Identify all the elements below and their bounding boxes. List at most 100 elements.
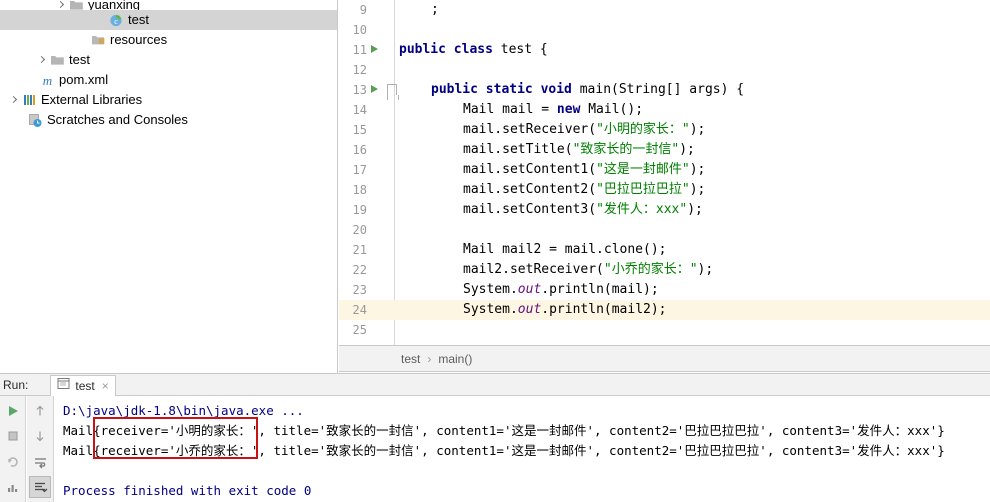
code-line[interactable]: 22 mail2.setReceiver("小乔的家长："); xyxy=(339,260,990,280)
project-tool-window[interactable]: yuanxing c test resources test m pom.xml Extern… xyxy=(0,0,338,373)
code-token-pln: ); xyxy=(689,182,706,197)
run-panel-label: Run: xyxy=(3,377,29,392)
code-token-pln: ); xyxy=(679,142,695,157)
code-line[interactable]: 14 Mail mail = new Mail(); xyxy=(339,100,990,120)
code-line[interactable]: 23 System.out.println(mail); xyxy=(339,280,990,300)
chevron-right-icon[interactable] xyxy=(8,95,19,106)
console-output-line: Mail{receiver='小乔的家长：', title='致家长的一封信',… xyxy=(63,443,945,458)
code-token-str: "巴拉巴拉巴拉" xyxy=(596,182,690,197)
code-token-pln: Mail(); xyxy=(588,102,644,117)
code-token-fld: out xyxy=(517,282,542,297)
code-text: mail.setContent2("巴拉巴拉巴拉"); xyxy=(463,180,705,200)
tree-item-test[interactable]: c test xyxy=(0,10,337,30)
run-tool-window[interactable]: Run: test × D:\java\jdk-1.8\bin\java.exe… xyxy=(0,373,990,502)
code-line[interactable]: 16 mail.setTitle("致家长的一封信"); xyxy=(339,140,990,160)
tree-item-pom-xml[interactable]: m pom.xml xyxy=(0,70,337,90)
code-line[interactable]: 15 mail.setReceiver("小明的家长："); xyxy=(339,120,990,140)
line-number: 10 xyxy=(352,23,367,37)
tree-item-test[interactable]: test xyxy=(0,50,337,70)
stop-icon[interactable] xyxy=(2,426,24,448)
maven-icon: m xyxy=(39,72,55,88)
close-icon[interactable]: × xyxy=(102,379,109,393)
code-line[interactable]: 17 mail.setContent1("这是一封邮件"); xyxy=(339,160,990,180)
tree-item-scratches-and-consoles[interactable]: Scratches and Consoles xyxy=(0,110,337,130)
console-tab-icon xyxy=(57,377,70,395)
code-text: System.out.println(mail2); xyxy=(463,300,667,320)
breadcrumb-method[interactable]: main() xyxy=(438,352,472,366)
code-token-pln: Mail mail2 = mail.clone(); xyxy=(463,242,667,257)
code-token-pln: ); xyxy=(687,202,703,217)
code-text: public static void main(String[] args) { xyxy=(431,80,744,100)
code-token-pln: mail.setContent1( xyxy=(463,162,597,177)
line-number: 9 xyxy=(359,3,367,17)
code-token-pln: main(String[] args) { xyxy=(579,82,745,97)
code-text: mail2.setReceiver("小乔的家长："); xyxy=(463,260,713,280)
line-number: 22 xyxy=(352,263,367,277)
tree-item-resources[interactable]: resources xyxy=(0,30,337,50)
line-number: 19 xyxy=(352,203,367,217)
chevron-right-icon[interactable] xyxy=(55,0,66,10)
code-token-str: "小乔的家长：" xyxy=(603,262,698,277)
code-token-pln: Mail mail = xyxy=(463,102,557,117)
code-lines-container[interactable]: 9; 10 11 public class test {12 13 public stat… xyxy=(339,0,990,340)
package-icon xyxy=(68,0,84,10)
code-token-pln: .println(mail2); xyxy=(541,302,667,317)
console-output[interactable]: D:\java\jdk-1.8\bin\java.exe ... Mail{re… xyxy=(55,396,990,502)
line-number: 17 xyxy=(352,163,367,177)
code-line[interactable]: 10 xyxy=(339,20,990,40)
line-number: 24 xyxy=(352,303,367,317)
code-token-fld: out xyxy=(517,302,542,317)
console-output-line: Mail{receiver='小明的家长：', title='致家长的一封信',… xyxy=(63,423,945,438)
run-tab-test[interactable]: test × xyxy=(50,374,116,397)
breadcrumb-class[interactable]: test xyxy=(401,352,420,366)
breadcrumb-separator-icon: › xyxy=(427,351,432,366)
breadcrumb[interactable]: test › main() xyxy=(339,345,990,372)
scratches-icon xyxy=(27,112,43,128)
code-line[interactable]: 19 mail.setContent3("发件人：xxx"); xyxy=(339,200,990,220)
tree-item-label: resources xyxy=(110,32,168,47)
run-gutter-icon[interactable] xyxy=(371,85,378,93)
chevron-right-icon[interactable] xyxy=(36,55,47,66)
run-toolbar-left[interactable] xyxy=(0,396,26,502)
code-line[interactable]: 11 public class test { xyxy=(339,40,990,60)
coverage-icon[interactable] xyxy=(2,477,24,499)
code-line[interactable]: 20 xyxy=(339,220,990,240)
code-token-pln: mail2.setReceiver( xyxy=(463,262,604,277)
tree-item-label: yuanxing xyxy=(88,0,141,10)
tree-item-external-libraries[interactable]: External Libraries xyxy=(0,90,337,110)
code-line[interactable]: 9; xyxy=(339,0,990,20)
tree-item-yuanxing[interactable]: yuanxing xyxy=(0,0,337,10)
code-line[interactable]: 21 Mail mail2 = mail.clone(); xyxy=(339,240,990,260)
code-token-pln: System. xyxy=(463,302,518,317)
code-token-pln: ; xyxy=(431,2,439,17)
code-token-pln: mail.setTitle( xyxy=(463,142,573,157)
run-icon[interactable] xyxy=(2,400,24,422)
scroll-up-icon[interactable] xyxy=(29,400,51,421)
run-tab-label: test xyxy=(75,379,95,393)
soft-wrap-icon[interactable] xyxy=(29,451,51,472)
code-editor[interactable]: 9; 10 11 public class test {12 13 public stat… xyxy=(339,0,990,345)
code-line[interactable]: 13 public static void main(String[] args)… xyxy=(339,80,990,100)
code-line[interactable]: 25 xyxy=(339,320,990,340)
scroll-down-icon[interactable] xyxy=(29,425,51,446)
run-toolbar-right[interactable] xyxy=(27,396,54,502)
tree-arrow-spacer xyxy=(14,115,25,126)
line-number: 16 xyxy=(352,143,367,157)
tree-item-label: test xyxy=(128,12,149,27)
code-line[interactable]: 24 System.out.println(mail2); xyxy=(339,300,990,320)
scroll-to-end-icon[interactable] xyxy=(29,476,51,498)
line-number: 20 xyxy=(352,223,367,237)
tree-arrow-spacer xyxy=(77,35,88,46)
code-token-pln: ); xyxy=(689,122,706,137)
rerun-failed-icon[interactable] xyxy=(2,451,24,473)
line-number: 21 xyxy=(352,243,367,257)
code-token-kw: public class xyxy=(399,42,501,57)
code-token-pln: System. xyxy=(463,282,518,297)
code-fold-icon[interactable] xyxy=(387,84,399,100)
code-line[interactable]: 12 xyxy=(339,60,990,80)
console-command[interactable]: D:\java\jdk-1.8\bin\java.exe ... xyxy=(63,401,990,421)
code-line[interactable]: 18 mail.setContent2("巴拉巴拉巴拉"); xyxy=(339,180,990,200)
run-gutter-icon[interactable] xyxy=(371,45,378,53)
code-token-kw: public static void xyxy=(431,82,580,97)
tree-item-label: test xyxy=(69,52,90,67)
